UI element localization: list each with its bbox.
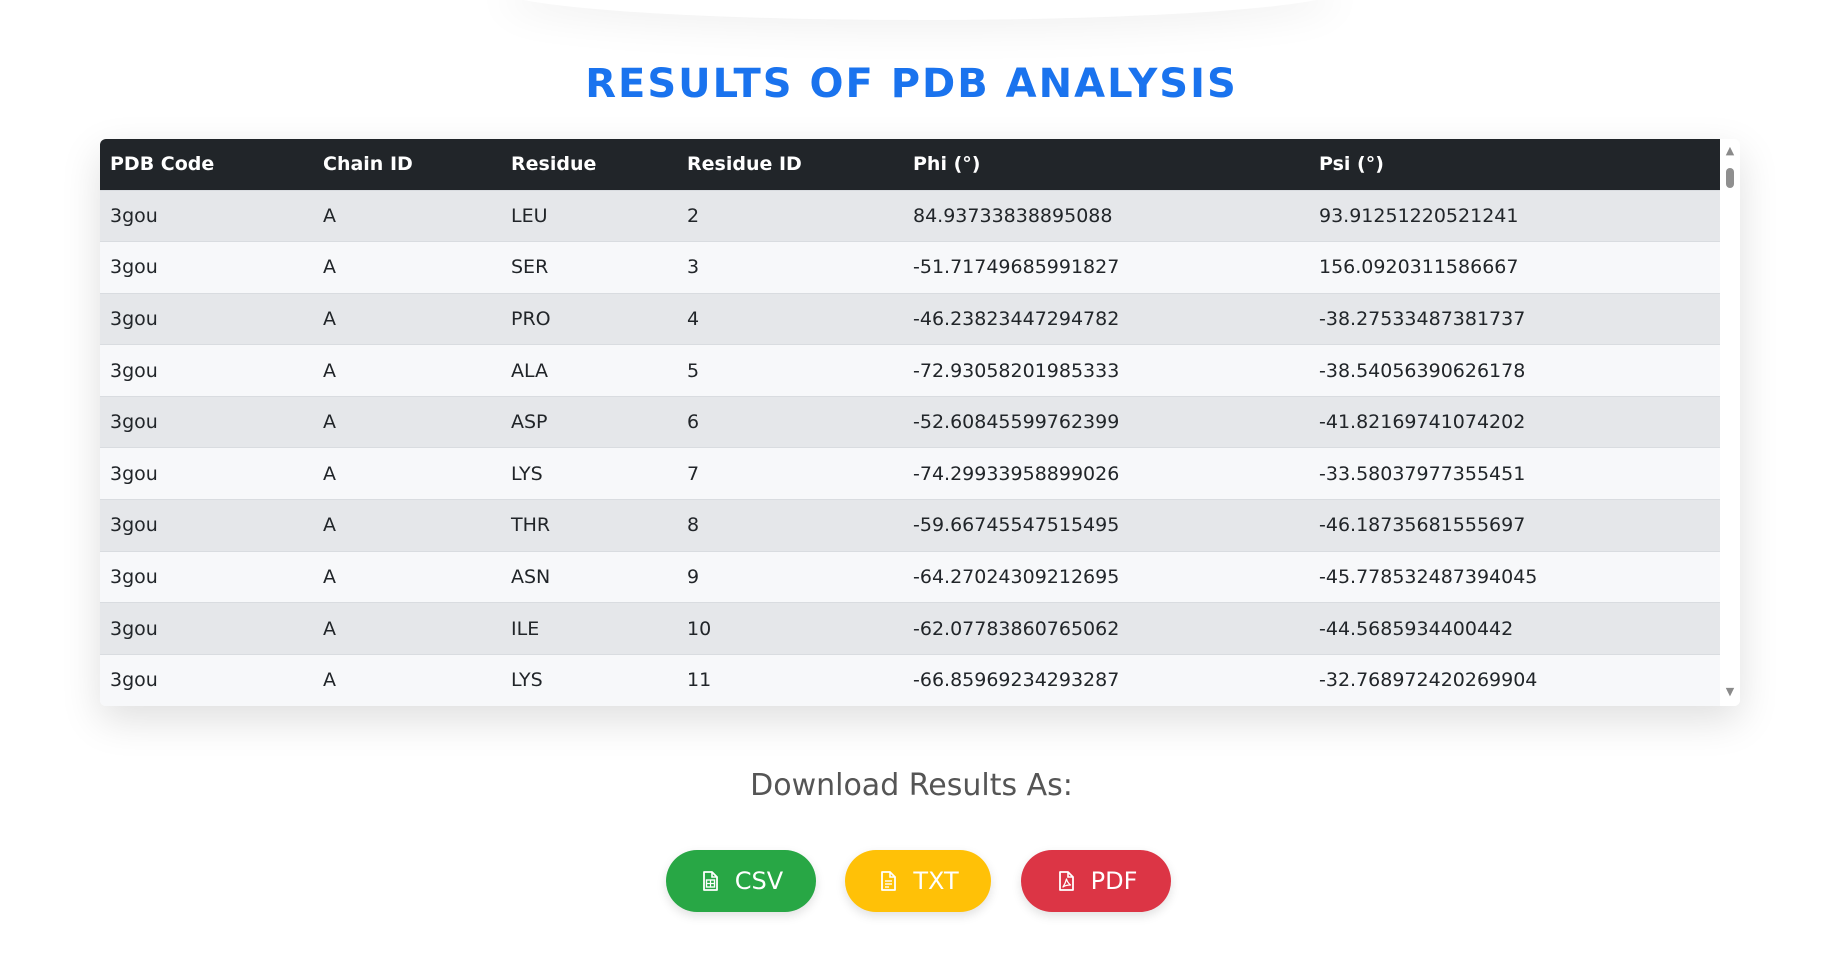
- cell-pdb-code: 3gou: [100, 344, 313, 397]
- cell-psi: 93.91251220521241: [1309, 189, 1720, 242]
- cell-residue-id: 11: [677, 653, 903, 706]
- cell-residue-id: 7: [677, 447, 903, 500]
- header-psi: Psi (°): [1319, 153, 1384, 176]
- table-row: 3gou A SER 3 -51.71749685991827 156.0920…: [100, 241, 1720, 294]
- cell-phi: -74.29933958899026: [903, 447, 1309, 500]
- cell-psi: -33.58037977355451: [1309, 447, 1720, 500]
- cell-phi: -62.07783860765062: [903, 602, 1309, 655]
- table-header-row: PDB Code Chain ID Residue Residue ID Phi…: [100, 139, 1720, 190]
- top-decorative-shadow: [500, 0, 1340, 20]
- cell-residue-id: 9: [677, 550, 903, 603]
- results-table-viewport[interactable]: PDB Code Chain ID Residue Residue ID Phi…: [100, 139, 1720, 706]
- download-txt-label: TXT: [913, 867, 959, 895]
- cell-psi: -46.18735681555697: [1309, 499, 1720, 552]
- table-body: 3gou A LEU 2 84.93733838895088 93.912512…: [100, 189, 1720, 706]
- results-table-card: PDB Code Chain ID Residue Residue ID Phi…: [100, 139, 1740, 706]
- cell-phi: -52.60845599762399: [903, 395, 1309, 448]
- header-residue-id: Residue ID: [687, 153, 802, 176]
- cell-chain-id: A: [313, 189, 501, 242]
- cell-pdb-code: 3gou: [100, 653, 313, 706]
- cell-phi: -46.23823447294782: [903, 292, 1309, 345]
- table-row: 3gou A ILE 10 -62.07783860765062 -44.568…: [100, 602, 1720, 655]
- cell-residue-id: 3: [677, 241, 903, 294]
- page-title: RESULTS OF PDB ANALYSIS: [585, 61, 1238, 107]
- results-table: PDB Code Chain ID Residue Residue ID Phi…: [100, 139, 1720, 706]
- download-buttons: CSV TXT PDF: [0, 850, 1823, 912]
- cell-residue-id: 10: [677, 602, 903, 655]
- text-file-icon: [877, 870, 899, 892]
- cell-psi: -41.82169741074202: [1309, 395, 1720, 448]
- cell-residue: ASP: [501, 395, 677, 448]
- scroll-down-arrow-icon[interactable]: ▼: [1720, 684, 1740, 700]
- cell-chain-id: A: [313, 292, 501, 345]
- table-row: 3gou A ALA 5 -72.93058201985333 -38.5405…: [100, 344, 1720, 397]
- table-row: 3gou A ASP 6 -52.60845599762399 -41.8216…: [100, 395, 1720, 448]
- cell-chain-id: A: [313, 602, 501, 655]
- cell-residue: LEU: [501, 189, 677, 242]
- cell-residue: LYS: [501, 447, 677, 500]
- cell-chain-id: A: [313, 241, 501, 294]
- table-row: 3gou A ASN 9 -64.27024309212695 -45.7785…: [100, 550, 1720, 603]
- download-heading: Download Results As:: [750, 768, 1073, 803]
- cell-pdb-code: 3gou: [100, 447, 313, 500]
- header-residue: Residue: [511, 153, 597, 176]
- spreadsheet-file-icon: [699, 870, 721, 892]
- cell-pdb-code: 3gou: [100, 292, 313, 345]
- cell-chain-id: A: [313, 395, 501, 448]
- table-row: 3gou A THR 8 -59.66745547515495 -46.1873…: [100, 499, 1720, 552]
- cell-chain-id: A: [313, 499, 501, 552]
- table-row: 3gou A LEU 2 84.93733838895088 93.912512…: [100, 189, 1720, 242]
- cell-pdb-code: 3gou: [100, 189, 313, 242]
- table-row: 3gou A PRO 4 -46.23823447294782 -38.2753…: [100, 292, 1720, 345]
- cell-residue-id: 6: [677, 395, 903, 448]
- cell-residue: ILE: [501, 602, 677, 655]
- download-csv-button[interactable]: CSV: [666, 850, 816, 912]
- table-row: 3gou A LYS 7 -74.29933958899026 -33.5803…: [100, 447, 1720, 500]
- cell-pdb-code: 3gou: [100, 602, 313, 655]
- cell-residue-id: 8: [677, 499, 903, 552]
- header-phi: Phi (°): [913, 153, 981, 176]
- cell-residue: PRO: [501, 292, 677, 345]
- header-chain-id: Chain ID: [323, 153, 413, 176]
- cell-phi: -72.93058201985333: [903, 344, 1309, 397]
- cell-pdb-code: 3gou: [100, 499, 313, 552]
- cell-residue: THR: [501, 499, 677, 552]
- cell-pdb-code: 3gou: [100, 550, 313, 603]
- download-pdf-label: PDF: [1090, 867, 1138, 895]
- cell-phi: -66.85969234293287: [903, 653, 1309, 706]
- download-pdf-button[interactable]: PDF: [1021, 850, 1171, 912]
- cell-residue-id: 4: [677, 292, 903, 345]
- page: RESULTS OF PDB ANALYSIS PDB Code Chain I…: [0, 0, 1823, 959]
- scrollbar-thumb[interactable]: [1726, 168, 1734, 188]
- cell-chain-id: A: [313, 653, 501, 706]
- cell-pdb-code: 3gou: [100, 395, 313, 448]
- cell-residue: ASN: [501, 550, 677, 603]
- download-txt-button[interactable]: TXT: [845, 850, 991, 912]
- cell-residue: LYS: [501, 653, 677, 706]
- cell-residue-id: 2: [677, 189, 903, 242]
- cell-residue: SER: [501, 241, 677, 294]
- cell-psi: -45.778532487394045: [1309, 550, 1720, 603]
- cell-chain-id: A: [313, 550, 501, 603]
- cell-phi: -59.66745547515495: [903, 499, 1309, 552]
- download-csv-label: CSV: [734, 867, 784, 895]
- header-pdb-code: PDB Code: [110, 153, 215, 176]
- cell-psi: 156.0920311586667: [1309, 241, 1720, 294]
- cell-phi: -51.71749685991827: [903, 241, 1309, 294]
- cell-psi: -38.54056390626178: [1309, 344, 1720, 397]
- table-scrollbar[interactable]: ▲ ▼: [1720, 139, 1740, 706]
- cell-psi: -44.5685934400442: [1309, 602, 1720, 655]
- scroll-up-arrow-icon[interactable]: ▲: [1720, 143, 1740, 159]
- table-row: 3gou A LYS 11 -66.85969234293287 -32.768…: [100, 653, 1720, 706]
- cell-residue-id: 5: [677, 344, 903, 397]
- cell-phi: 84.93733838895088: [903, 189, 1309, 242]
- cell-residue: ALA: [501, 344, 677, 397]
- cell-phi: -64.27024309212695: [903, 550, 1309, 603]
- cell-chain-id: A: [313, 447, 501, 500]
- cell-psi: -32.768972420269904: [1309, 653, 1720, 706]
- cell-pdb-code: 3gou: [100, 241, 313, 294]
- cell-psi: -38.27533487381737: [1309, 292, 1720, 345]
- cell-chain-id: A: [313, 344, 501, 397]
- pdf-file-icon: [1055, 870, 1077, 892]
